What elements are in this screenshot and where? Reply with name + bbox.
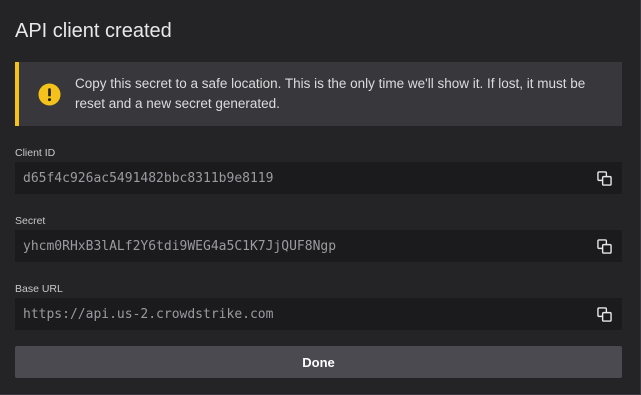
- copy-base-url-button[interactable]: [594, 304, 614, 324]
- base-url-value[interactable]: https://api.us-2.crowdstrike.com: [23, 307, 594, 322]
- alert-message: Copy this secret to a safe location. Thi…: [75, 76, 586, 111]
- secret-value[interactable]: yhcm0RHxB3lALf2Y6tdi9WEG4a5C1K7JjQUF8Ngp: [23, 239, 594, 254]
- copy-icon: [596, 306, 612, 322]
- client-id-value[interactable]: d65f4c926ac5491482bbc8311b9e8119: [23, 171, 594, 186]
- client-id-field[interactable]: d65f4c926ac5491482bbc8311b9e8119: [15, 162, 622, 194]
- warning-icon: [38, 82, 61, 106]
- secret-field[interactable]: yhcm0RHxB3lALf2Y6tdi9WEG4a5C1K7JjQUF8Ngp: [15, 230, 622, 262]
- client-id-label: Client ID: [15, 147, 56, 159]
- copy-client-id-button[interactable]: [594, 168, 614, 188]
- base-url-label: Base URL: [15, 283, 63, 295]
- copy-icon: [596, 238, 612, 254]
- base-url-field[interactable]: https://api.us-2.crowdstrike.com: [15, 298, 622, 330]
- secret-warning-alert: Copy this secret to a safe location. Thi…: [15, 62, 622, 126]
- secret-label: Secret: [15, 215, 46, 227]
- api-client-created-dialog: API client created Copy this secret to a…: [0, 0, 641, 395]
- done-button[interactable]: Done: [15, 346, 622, 378]
- copy-icon: [596, 170, 612, 186]
- copy-secret-button[interactable]: [594, 236, 614, 256]
- dialog-title: API client created: [15, 20, 172, 42]
